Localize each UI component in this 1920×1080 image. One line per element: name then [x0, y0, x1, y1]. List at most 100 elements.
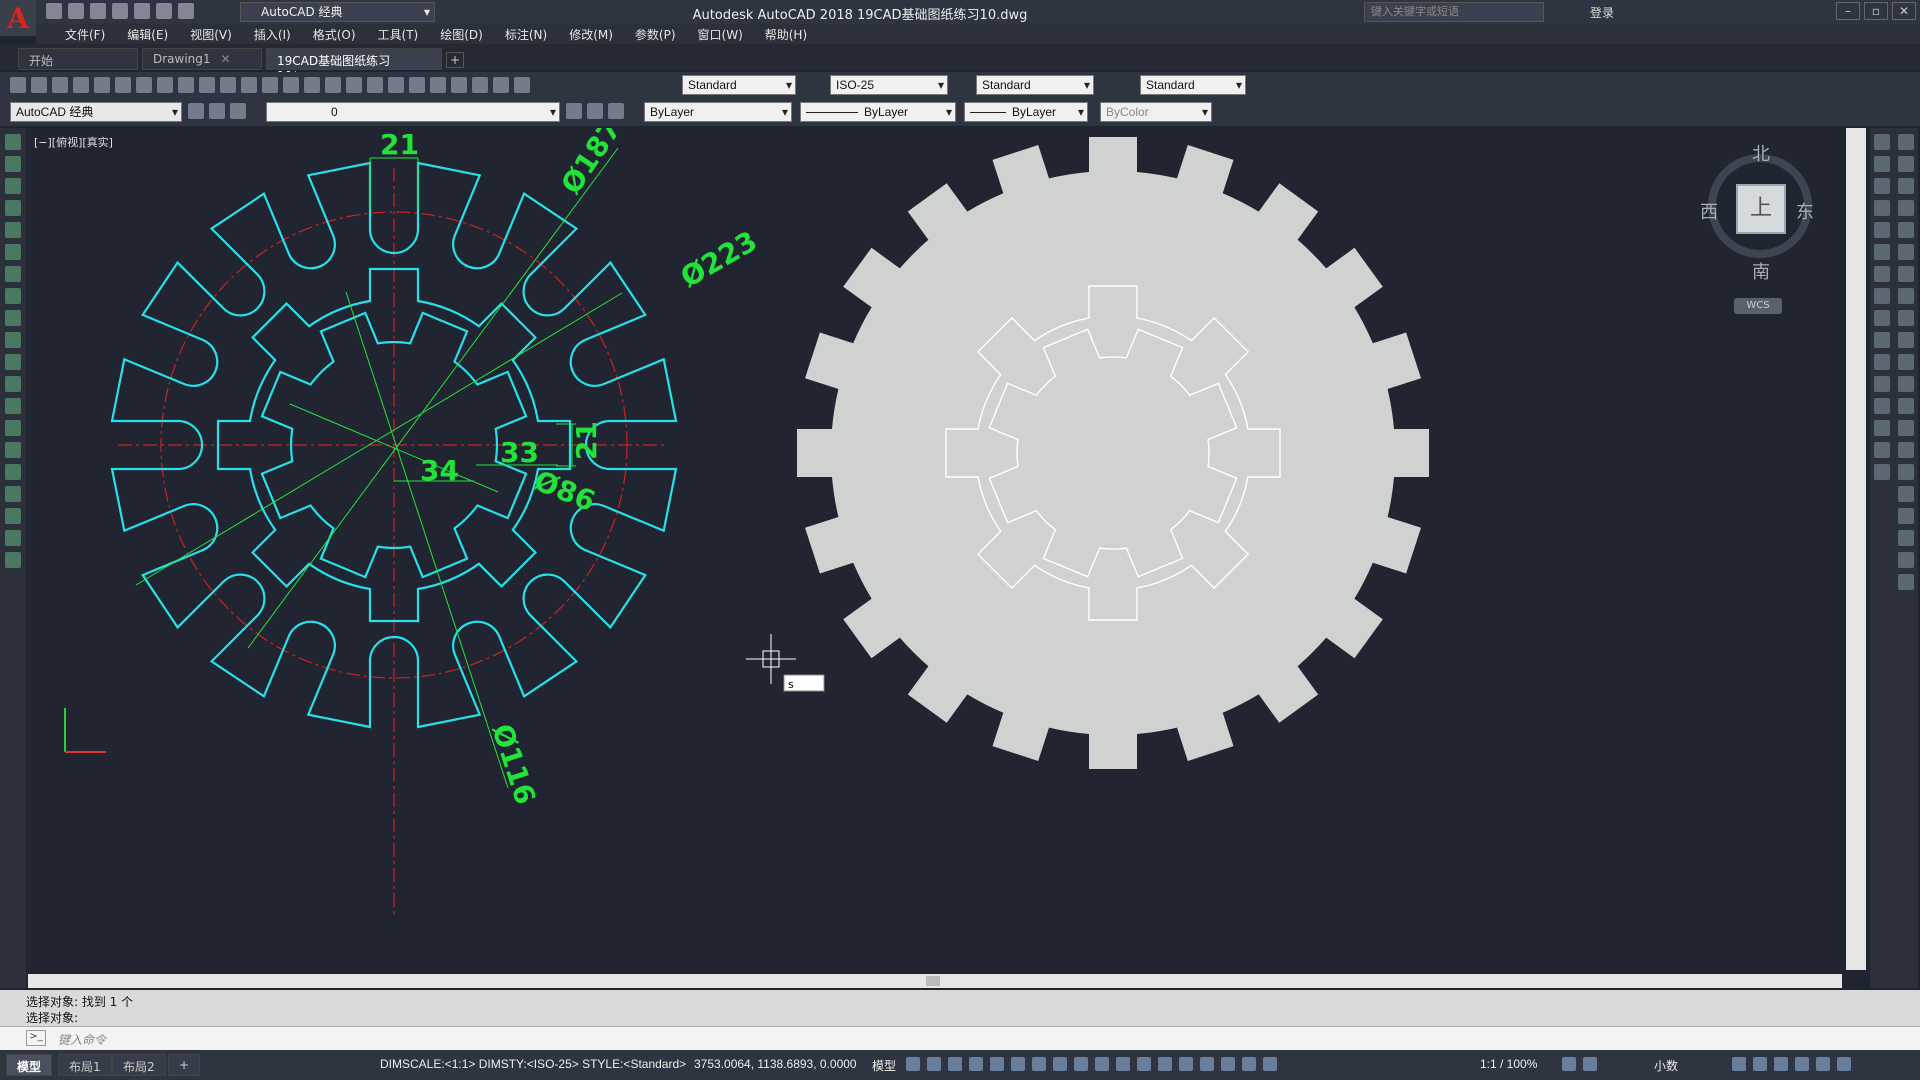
viewcube-top-face[interactable]: 上: [1736, 184, 1786, 234]
polygon-icon[interactable]: [5, 200, 21, 216]
dim-text-edit-icon[interactable]: [1898, 530, 1914, 546]
search-input[interactable]: 键入关键字或短语: [1364, 2, 1544, 22]
annotation-visibility-icon[interactable]: [1242, 1057, 1256, 1071]
trim-icon[interactable]: [1874, 332, 1890, 348]
tab-model[interactable]: 模型: [6, 1054, 53, 1076]
break-icon[interactable]: [1874, 376, 1890, 392]
extend-icon[interactable]: [1874, 354, 1890, 370]
dim-update-icon[interactable]: [1898, 552, 1914, 568]
copy-icon[interactable]: [178, 77, 194, 93]
arc-length-icon[interactable]: [1898, 178, 1914, 194]
isodraft-icon[interactable]: [1032, 1057, 1046, 1071]
coordinates-readout[interactable]: 3753.0064, 1138.6893, 0.0000: [694, 1057, 857, 1071]
layer-select[interactable]: 0: [266, 102, 560, 122]
table-style-select[interactable]: Standard: [976, 75, 1094, 95]
mtext-icon[interactable]: [5, 530, 21, 546]
menu-window[interactable]: 窗口(W): [687, 26, 754, 43]
menu-modify[interactable]: 修改(M): [558, 26, 624, 43]
line-icon[interactable]: [5, 134, 21, 150]
help-icon[interactable]: [514, 77, 530, 93]
save-icon[interactable]: [52, 77, 68, 93]
preview-icon[interactable]: [94, 77, 110, 93]
arc-icon[interactable]: [5, 244, 21, 260]
linetype-select[interactable]: ByLayer: [800, 102, 956, 122]
menu-dimension[interactable]: 标注(N): [494, 26, 558, 43]
menu-insert[interactable]: 插入(I): [243, 26, 302, 43]
chamfer-icon[interactable]: [1874, 420, 1890, 436]
polyline-icon[interactable]: [5, 178, 21, 194]
calculator-icon[interactable]: [493, 77, 509, 93]
redo-icon[interactable]: [283, 77, 299, 93]
match-properties-icon[interactable]: [220, 77, 236, 93]
new-icon[interactable]: [46, 3, 62, 19]
wcs-menu[interactable]: WCS: [1734, 298, 1782, 314]
vertical-scrollbar[interactable]: [1846, 128, 1866, 970]
layer-properties-icon[interactable]: [209, 103, 225, 119]
layer-match-icon[interactable]: [608, 103, 624, 119]
layer-state-icon[interactable]: [230, 103, 246, 119]
region-icon[interactable]: [5, 486, 21, 502]
auto-scale-icon[interactable]: [1263, 1057, 1277, 1071]
block-editor-icon[interactable]: [241, 77, 257, 93]
print-icon[interactable]: [134, 3, 150, 19]
compass-west[interactable]: 西: [1700, 198, 1718, 224]
open-icon[interactable]: [31, 77, 47, 93]
horizontal-scrollbar[interactable]: [28, 974, 1842, 988]
gear-icon[interactable]: [188, 103, 204, 119]
cut-icon[interactable]: [157, 77, 173, 93]
viewcube[interactable]: 北 南 东 西 上 WCS: [1700, 140, 1820, 320]
join-icon[interactable]: [1874, 398, 1890, 414]
new-tab-button[interactable]: +: [446, 52, 464, 68]
dim-style-icon[interactable]: [1898, 574, 1914, 590]
menu-draw[interactable]: 绘图(D): [429, 26, 494, 43]
lineweight-icon[interactable]: [1095, 1057, 1109, 1071]
baseline-icon[interactable]: [1898, 332, 1914, 348]
drawing-canvas[interactable]: [−][俯视][真实] 21 Ø187 Ø223 21 33 34 Ø86 Ø1…: [28, 128, 1842, 970]
qnew-icon[interactable]: [10, 77, 26, 93]
selection-cycling-icon[interactable]: [1137, 1057, 1151, 1071]
dim-style-select[interactable]: ISO-25: [830, 75, 948, 95]
close-icon[interactable]: ✕: [221, 52, 231, 66]
explode-icon[interactable]: [1874, 464, 1890, 480]
zoom-window-icon[interactable]: [346, 77, 362, 93]
close-button[interactable]: ✕: [1892, 2, 1916, 20]
zoom-realtime-icon[interactable]: [325, 77, 341, 93]
tool-palettes-icon[interactable]: [430, 77, 446, 93]
model-space-button[interactable]: 模型: [872, 1057, 896, 1074]
point-icon[interactable]: [5, 420, 21, 436]
dim-space-icon[interactable]: [1898, 376, 1914, 392]
menu-file[interactable]: 文件(F): [54, 26, 116, 43]
menu-edit[interactable]: 编辑(E): [116, 26, 179, 43]
selection-filter-icon[interactable]: [1200, 1057, 1214, 1071]
snap-icon[interactable]: [927, 1057, 941, 1071]
markup-icon[interactable]: [472, 77, 488, 93]
scale-icon[interactable]: [1874, 288, 1890, 304]
tab-layout1[interactable]: 布局1: [58, 1054, 112, 1076]
text-style-select[interactable]: Standard: [682, 75, 796, 95]
dynamic-ucs-icon[interactable]: [1179, 1057, 1193, 1071]
menu-parametric[interactable]: 参数(P): [624, 26, 687, 43]
ellipse-icon[interactable]: [5, 332, 21, 348]
compass-east[interactable]: 东: [1796, 198, 1814, 224]
menu-format[interactable]: 格式(O): [302, 26, 367, 43]
osnap-icon[interactable]: [1074, 1057, 1088, 1071]
insert-block-icon[interactable]: [5, 376, 21, 392]
menu-view[interactable]: 视图(V): [179, 26, 243, 43]
ortho-icon[interactable]: [990, 1057, 1004, 1071]
polar-icon[interactable]: [1011, 1057, 1025, 1071]
make-block-icon[interactable]: [5, 398, 21, 414]
tab-layout2[interactable]: 布局2: [112, 1054, 166, 1076]
erase-icon[interactable]: [1874, 134, 1890, 150]
pan-icon[interactable]: [304, 77, 320, 93]
quick-dim-icon[interactable]: [1898, 310, 1914, 326]
center-mark-icon[interactable]: [1898, 442, 1914, 458]
grid-icon[interactable]: [906, 1057, 920, 1071]
menu-tools[interactable]: 工具(T): [367, 26, 430, 43]
layer-previous-icon[interactable]: [587, 103, 603, 119]
otrack-icon[interactable]: [1053, 1057, 1067, 1071]
menu-help[interactable]: 帮助(H): [754, 26, 818, 43]
copy-object-icon[interactable]: [1874, 156, 1890, 172]
maximize-button[interactable]: ▫: [1864, 2, 1888, 20]
sheet-set-icon[interactable]: [451, 77, 467, 93]
offset-icon[interactable]: [1874, 200, 1890, 216]
